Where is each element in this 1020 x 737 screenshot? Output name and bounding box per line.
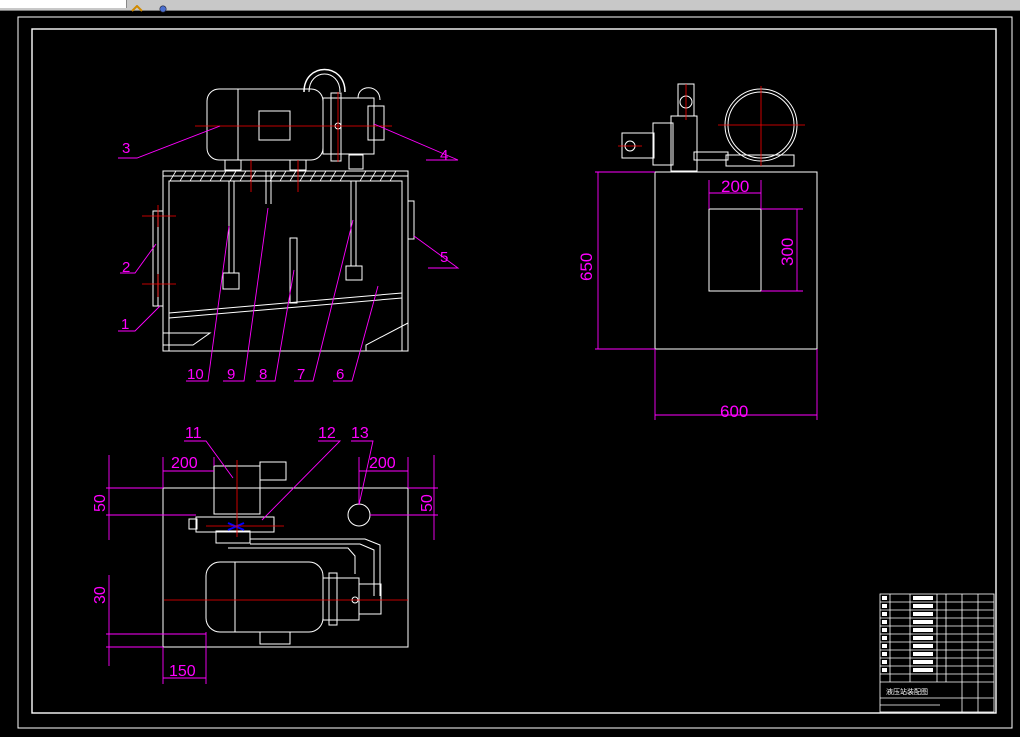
leader-label: 1	[121, 316, 129, 333]
dim-window-width-label: 200	[721, 177, 749, 196]
pan-icon[interactable]	[130, 0, 144, 12]
leader-label: 2	[122, 259, 130, 276]
top-motor	[205, 561, 324, 633]
top-accent	[227, 522, 245, 531]
dim-right-offset-label: 200	[369, 455, 396, 472]
side-window	[708, 208, 762, 292]
inner-frame	[31, 28, 997, 714]
cad-drawing-canvas[interactable]: 3 2 1 4 5 10 9 8 7 6 650 600 200 300 11 …	[0, 11, 1020, 732]
title-block-title: 液压站装配图	[886, 687, 928, 696]
settings-icon[interactable]	[156, 0, 170, 13]
side-dimensions	[595, 171, 818, 420]
leader-label: 11	[185, 425, 202, 442]
dim-motor-left-label: 150	[169, 663, 196, 680]
front-view	[152, 68, 415, 352]
leader-label: 12	[318, 425, 336, 442]
dim-left-offset-label: 200	[171, 455, 198, 472]
dim-left-depth-label: 50	[92, 494, 109, 512]
leader-label: 4	[440, 147, 448, 164]
dim-width-label: 600	[720, 402, 748, 421]
top-view	[162, 461, 409, 648]
top-centerlines	[164, 460, 408, 601]
leader-label: 5	[440, 249, 448, 266]
toolbar-input-box[interactable]	[0, 0, 127, 8]
dim-height-label: 650	[577, 253, 596, 281]
leader-label: 7	[297, 366, 305, 383]
toolbar-strip	[0, 0, 1020, 13]
outer-frame	[17, 16, 1013, 729]
dim-motor-offset-label: 30	[92, 586, 109, 604]
leader-label: 13	[351, 425, 369, 442]
top-tank	[162, 487, 409, 648]
dim-window-height-label: 300	[778, 238, 797, 266]
oil-tank	[162, 170, 409, 352]
leader-label: 10	[187, 366, 204, 383]
dim-right-depth-label: 50	[419, 494, 436, 512]
leader-label: 3	[122, 140, 130, 157]
side-view	[621, 83, 818, 350]
leader-label: 8	[259, 366, 267, 383]
motor-body	[206, 88, 324, 161]
top-dimensions	[106, 455, 438, 684]
leader-label: 6	[336, 366, 344, 383]
leader-label: 9	[227, 366, 235, 383]
